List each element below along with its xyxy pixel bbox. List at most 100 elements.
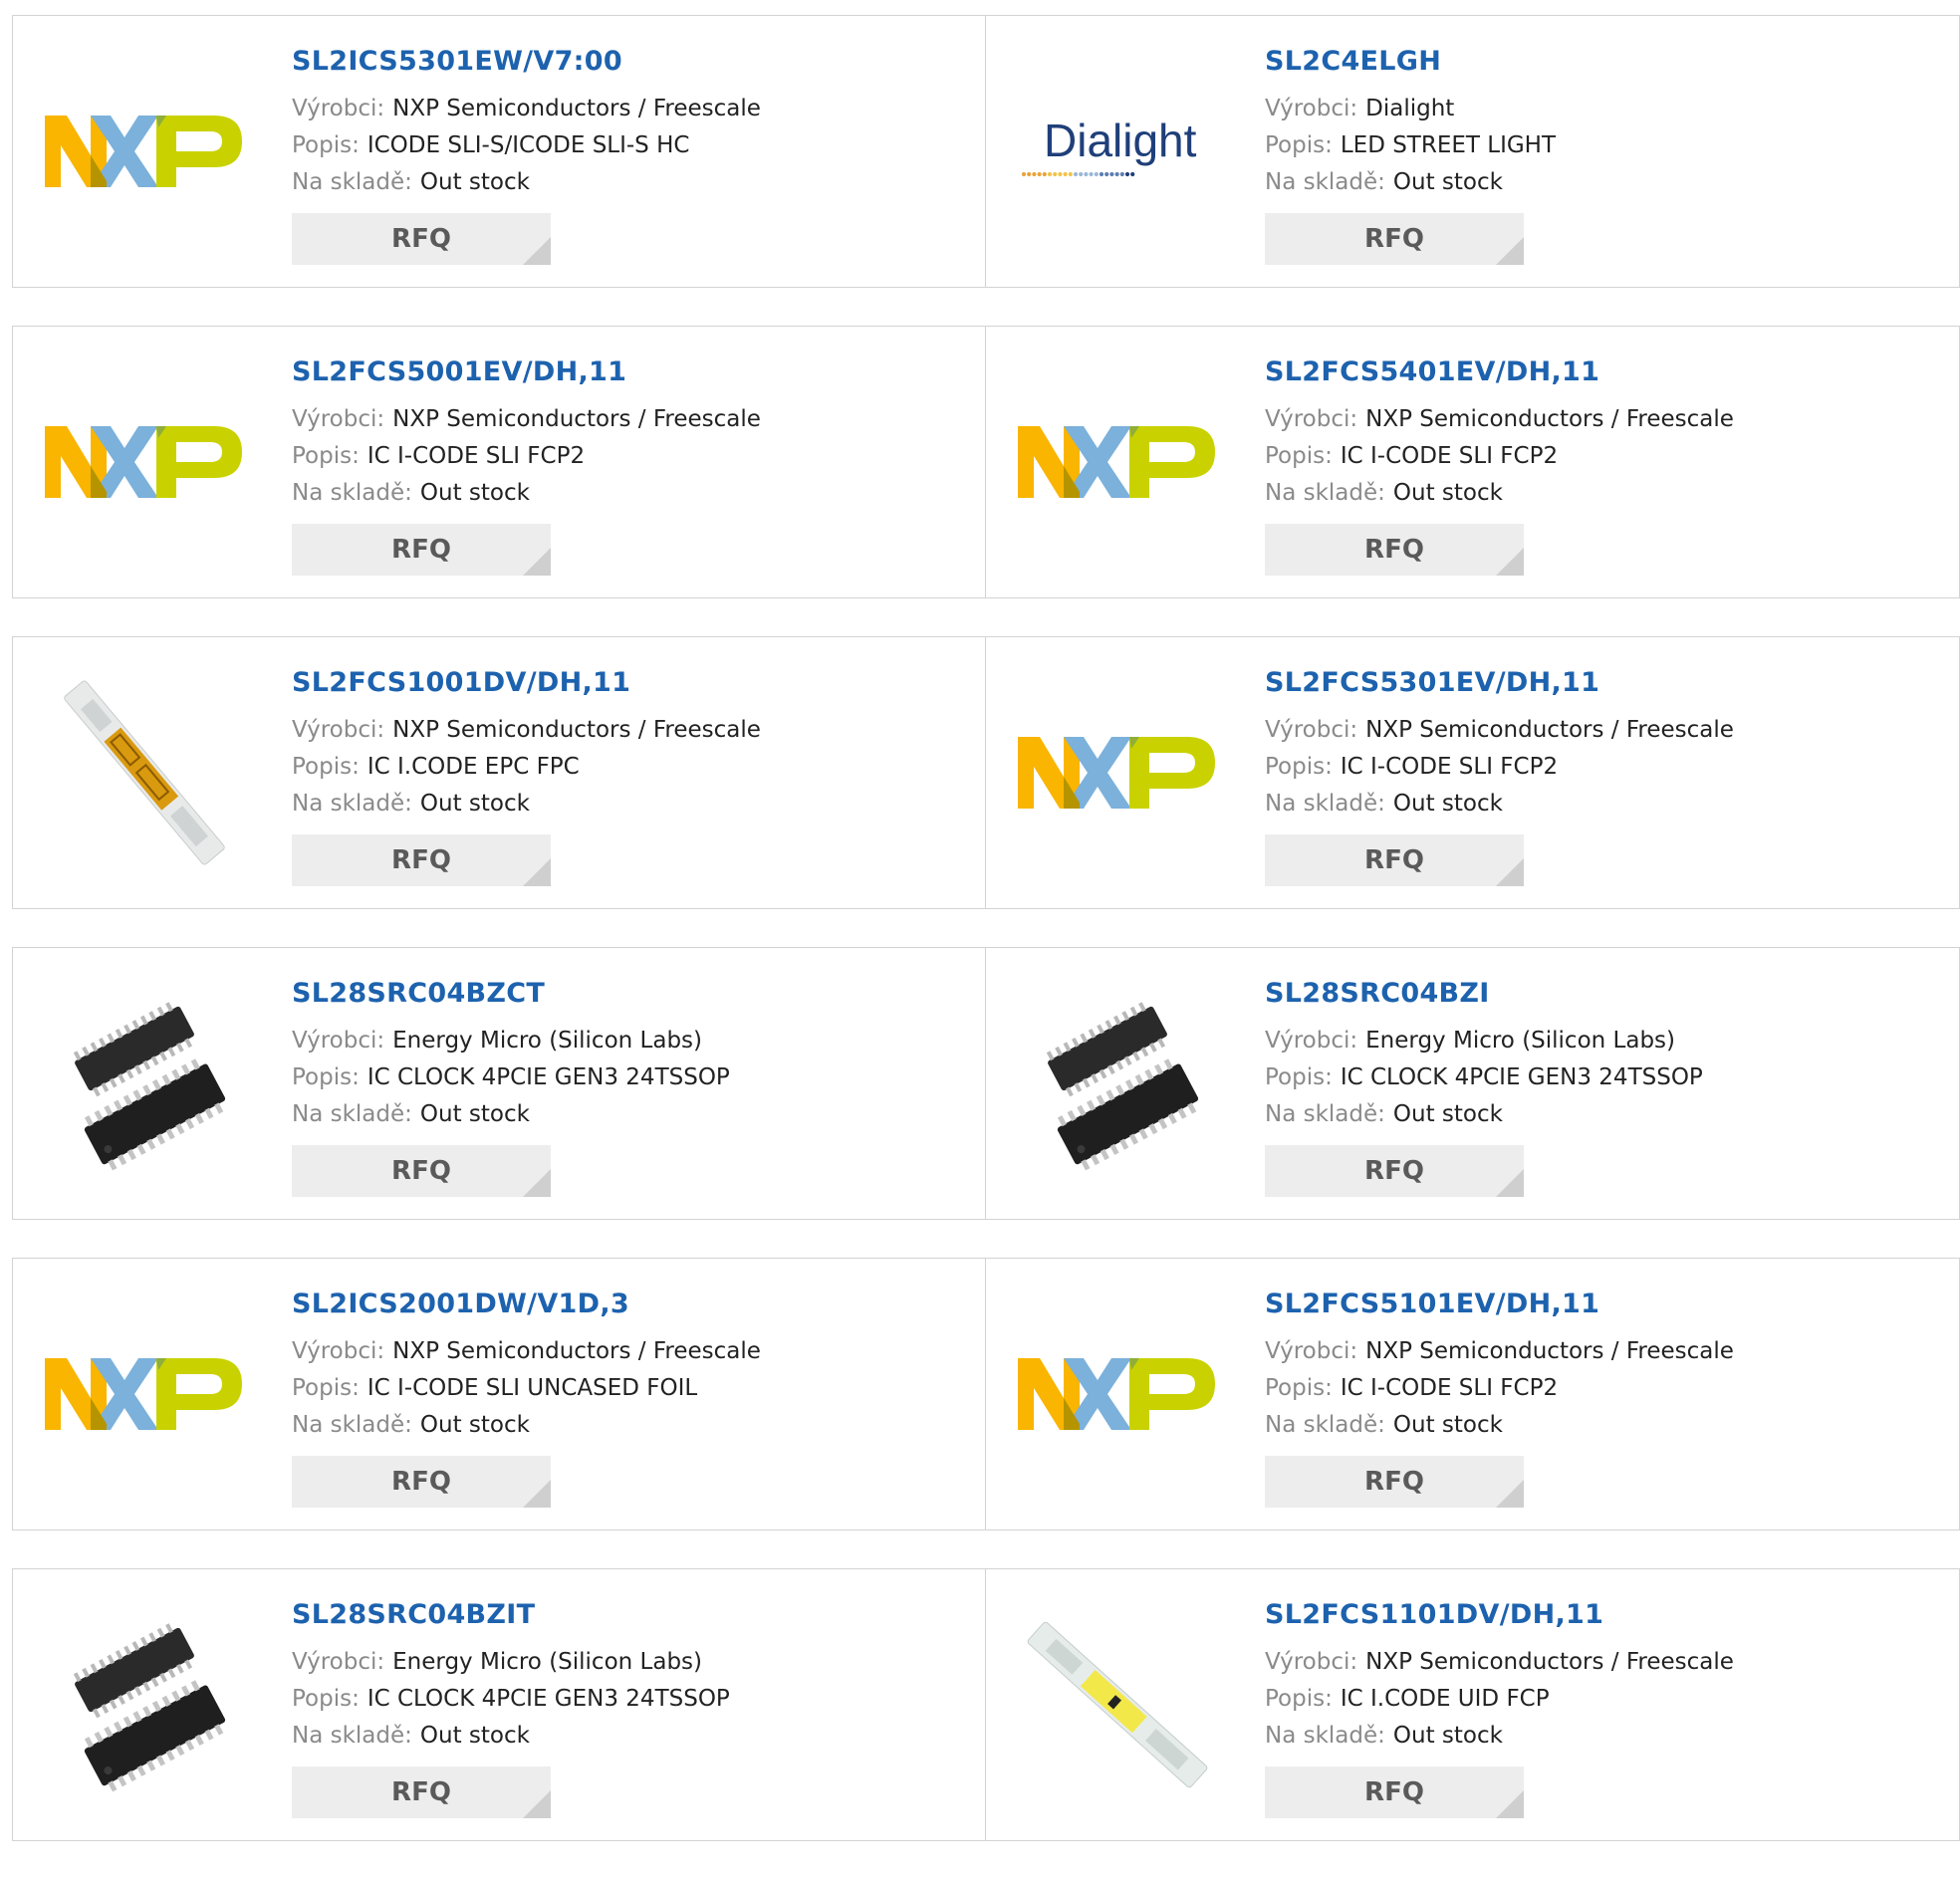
rfq-button[interactable]: RFQ: [1265, 1145, 1524, 1197]
rfq-button[interactable]: RFQ: [292, 524, 551, 576]
stock-label: Na skladě:: [292, 480, 412, 506]
description-row: Popis: IC I-CODE SLI FCP2: [1265, 438, 1734, 475]
product-title-link[interactable]: SL2FCS5001EV/DH,11: [292, 356, 761, 387]
tssop-chip-icon: [73, 1623, 226, 1792]
product-row: SL2FCS1001DV/DH,11 Výrobci: NXP Semicondu…: [12, 636, 1960, 909]
product-image[interactable]: [1018, 984, 1217, 1183]
description-value: IC I-CODE SLI UNCASED FOIL: [367, 1375, 698, 1401]
product-image[interactable]: [1018, 1605, 1217, 1804]
rfq-button[interactable]: RFQ: [292, 1766, 551, 1818]
tssop-chip-icon: [73, 1002, 226, 1171]
manufacturer-value: NXP Semiconductors / Freescale: [392, 406, 761, 432]
product-card: SL28SRC04BZIT Výrobci: Energy Micro (Sili…: [12, 1568, 986, 1841]
manufacturer-value: Energy Micro (Silicon Labs): [1365, 1028, 1675, 1054]
product-info: SL2FCS5001EV/DH,11 Výrobci: NXP Semicondu…: [292, 356, 761, 576]
rfq-corner-decoration: [1496, 1169, 1524, 1197]
nxp-logo-icon: [45, 1358, 242, 1430]
product-title-link[interactable]: SL2FCS1101DV/DH,11: [1265, 1599, 1734, 1630]
description-label: Popis:: [292, 1064, 360, 1090]
stock-row: Na skladě: Out stock: [1265, 1407, 1734, 1444]
rfq-button-label: RFQ: [1364, 1467, 1424, 1497]
manufacturer-row: Výrobci: NXP Semiconductors / Freescale: [292, 401, 761, 438]
rfq-corner-decoration: [523, 1790, 551, 1818]
product-title-link[interactable]: SL28SRC04BZCT: [292, 978, 730, 1009]
rfq-button[interactable]: RFQ: [1265, 1766, 1524, 1818]
product-title-link[interactable]: SL28SRC04BZIT: [292, 1599, 730, 1630]
product-info: SL2FCS1001DV/DH,11 Výrobci: NXP Semicondu…: [292, 667, 761, 886]
product-info: SL2ICS2001DW/V1D,3 Výrobci: NXP Semicondu…: [292, 1289, 761, 1508]
rfq-button[interactable]: RFQ: [292, 1456, 551, 1508]
rfq-button[interactable]: RFQ: [1265, 834, 1524, 886]
stock-row: Na skladě: Out stock: [1265, 1718, 1734, 1755]
product-image[interactable]: [1018, 362, 1217, 562]
product-info: SL2FCS5401EV/DH,11 Výrobci: NXP Semicondu…: [1265, 356, 1734, 576]
rfq-button[interactable]: RFQ: [1265, 213, 1524, 265]
product-image[interactable]: [1018, 673, 1217, 872]
description-label: Popis:: [292, 1375, 360, 1401]
manufacturer-label: Výrobci:: [292, 1649, 385, 1675]
product-title-link[interactable]: SL2FCS5101EV/DH,11: [1265, 1289, 1734, 1319]
product-title-link[interactable]: SL2FCS1001DV/DH,11: [292, 667, 761, 698]
description-row: Popis: IC CLOCK 4PCIE GEN3 24TSSOP: [1265, 1059, 1703, 1096]
product-image[interactable]: [45, 984, 244, 1183]
description-row: Popis: IC I-CODE SLI FCP2: [1265, 1370, 1734, 1407]
manufacturer-value: NXP Semiconductors / Freescale: [1365, 717, 1734, 743]
rfq-button-label: RFQ: [391, 1777, 451, 1807]
stock-value: Out stock: [1392, 1412, 1503, 1438]
rfq-button[interactable]: RFQ: [292, 213, 551, 265]
manufacturer-label: Výrobci:: [1265, 1028, 1358, 1054]
product-image[interactable]: Dialight: [1018, 52, 1217, 251]
rfq-button[interactable]: RFQ: [1265, 524, 1524, 576]
stock-value: Out stock: [419, 1723, 530, 1749]
description-value: IC I-CODE SLI FCP2: [1340, 443, 1559, 469]
stock-label: Na skladě:: [292, 791, 412, 817]
manufacturer-label: Výrobci:: [292, 717, 385, 743]
product-image[interactable]: [45, 52, 244, 251]
rfq-button-label: RFQ: [1364, 1156, 1424, 1186]
rfq-corner-decoration: [523, 858, 551, 886]
manufacturer-value: Energy Micro (Silicon Labs): [392, 1649, 702, 1675]
description-value: IC I.CODE EPC FPC: [367, 754, 580, 780]
product-title-link[interactable]: SL28SRC04BZI: [1265, 978, 1703, 1009]
rfq-button[interactable]: RFQ: [292, 834, 551, 886]
manufacturer-label: Výrobci:: [1265, 717, 1358, 743]
product-card: SL2FCS5401EV/DH,11 Výrobci: NXP Semicondu…: [986, 326, 1960, 598]
manufacturer-label: Výrobci:: [292, 1028, 385, 1054]
stock-row: Na skladě: Out stock: [292, 786, 761, 822]
nxp-logo-icon: [45, 426, 242, 498]
stock-label: Na skladě:: [1265, 169, 1385, 195]
product-image[interactable]: [1018, 1294, 1217, 1494]
stock-row: Na skladě: Out stock: [292, 1718, 730, 1755]
product-card: SL2FCS1001DV/DH,11 Výrobci: NXP Semicondu…: [12, 636, 986, 909]
product-image[interactable]: [45, 1294, 244, 1494]
stock-value: Out stock: [1392, 480, 1503, 506]
rfq-button[interactable]: RFQ: [1265, 1456, 1524, 1508]
manufacturer-row: Výrobci: NXP Semiconductors / Freescale: [1265, 1333, 1734, 1370]
product-image[interactable]: [45, 362, 244, 562]
manufacturer-label: Výrobci:: [1265, 1338, 1358, 1364]
product-image[interactable]: [45, 1605, 244, 1804]
product-title-link[interactable]: SL2ICS2001DW/V1D,3: [292, 1289, 761, 1319]
manufacturer-row: Výrobci: Energy Micro (Silicon Labs): [292, 1023, 730, 1059]
description-label: Popis:: [292, 132, 360, 158]
manufacturer-value: NXP Semiconductors / Freescale: [392, 96, 761, 121]
product-title-link[interactable]: SL2FCS5401EV/DH,11: [1265, 356, 1734, 387]
product-info: SL28SRC04BZI Výrobci: Energy Micro (Silic…: [1265, 978, 1703, 1197]
product-title-link[interactable]: SL2ICS5301EW/V7:00: [292, 46, 761, 77]
nxp-logo-icon: [1018, 426, 1215, 498]
description-row: Popis: ICODE SLI-S/ICODE SLI-S HC: [292, 127, 761, 164]
description-label: Popis:: [1265, 1375, 1333, 1401]
stock-row: Na skladě: Out stock: [1265, 164, 1556, 201]
description-row: Popis: LED STREET LIGHT: [1265, 127, 1556, 164]
stock-value: Out stock: [419, 791, 530, 817]
description-value: IC I-CODE SLI FCP2: [1340, 754, 1559, 780]
manufacturer-value: NXP Semiconductors / Freescale: [392, 717, 761, 743]
product-grid: SL2ICS5301EW/V7:00 Výrobci: NXP Semicondu…: [12, 15, 1960, 1879]
product-info: SL2FCS1101DV/DH,11 Výrobci: NXP Semicondu…: [1265, 1599, 1734, 1818]
product-title-link[interactable]: SL2FCS5301EV/DH,11: [1265, 667, 1734, 698]
product-image[interactable]: [45, 673, 244, 872]
product-title-link[interactable]: SL2C4ELGH: [1265, 46, 1556, 77]
rfq-corner-decoration: [1496, 1480, 1524, 1508]
description-value: IC I-CODE SLI FCP2: [1340, 1375, 1559, 1401]
rfq-button[interactable]: RFQ: [292, 1145, 551, 1197]
